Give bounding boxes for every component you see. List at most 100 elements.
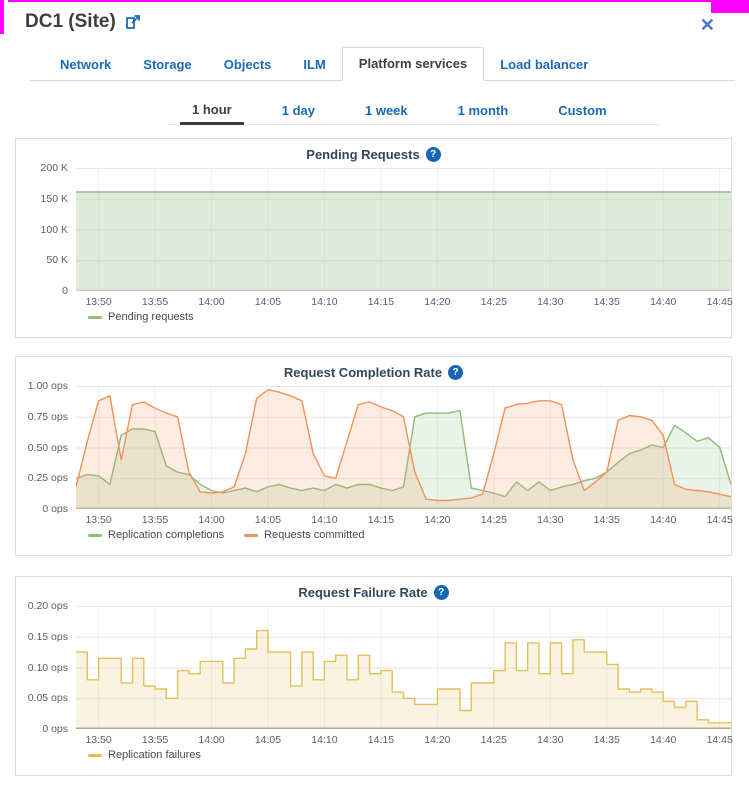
x-tick-label: 14:00 xyxy=(198,514,224,526)
x-tick-label: 14:35 xyxy=(594,734,620,746)
chart-plot-svg xyxy=(76,168,731,291)
chart-plot xyxy=(76,386,731,509)
y-tick-label: 150 K xyxy=(16,193,68,205)
time-tab-1-week[interactable]: 1 week xyxy=(353,95,420,125)
y-tick-label: 0 xyxy=(16,285,68,297)
chart-plot-svg xyxy=(76,606,731,729)
legend-label: Replication failures xyxy=(108,749,201,761)
x-tick-label: 14:25 xyxy=(481,514,507,526)
panel-header: DC1 (Site) xyxy=(25,11,141,33)
legend-item-replication-failures[interactable]: Replication failures xyxy=(88,749,201,761)
y-tick-label: 1.00 ops xyxy=(16,380,68,392)
x-tick-label: 14:25 xyxy=(481,734,507,746)
x-tick-label: 14:20 xyxy=(424,514,450,526)
legend-label: Pending requests xyxy=(108,311,194,323)
x-tick-label: 14:30 xyxy=(537,514,563,526)
x-tick-label: 14:45 xyxy=(707,514,733,526)
legend-swatch-icon xyxy=(88,316,102,319)
x-tick-label: 14:10 xyxy=(311,734,337,746)
x-tick-label: 14:20 xyxy=(424,734,450,746)
x-tick-label: 14:40 xyxy=(650,734,676,746)
x-tick-label: 13:55 xyxy=(142,734,168,746)
y-tick-label: 0 ops xyxy=(16,723,68,735)
x-tick-label: 14:45 xyxy=(707,296,733,308)
chart-plot-svg xyxy=(76,386,731,509)
y-tick-label: 0.20 ops xyxy=(16,600,68,612)
x-tick-label: 13:55 xyxy=(142,514,168,526)
time-range-tabbar: 1 hour 1 day 1 week 1 month Custom xyxy=(168,92,660,125)
x-tick-label: 14:35 xyxy=(594,514,620,526)
x-tick-label: 14:10 xyxy=(311,296,337,308)
help-icon[interactable]: ? xyxy=(434,585,449,600)
legend-swatch-icon xyxy=(88,754,102,757)
y-tick-label: 0.15 ops xyxy=(16,631,68,643)
legend-item-pending-requests[interactable]: Pending requests xyxy=(88,311,194,323)
help-icon[interactable]: ? xyxy=(426,147,441,162)
x-axis-labels: 13:50 13:55 14:00 14:05 14:10 14:15 14:20 14:25… xyxy=(16,514,731,528)
x-axis-labels: 13:5013:5514:0014:0514:1014:1514:2014:25… xyxy=(16,734,731,748)
tab-objects[interactable]: Objects xyxy=(208,49,288,81)
x-tick-label: 13:50 xyxy=(85,734,111,746)
x-tick-label: 14:40 xyxy=(650,514,676,526)
y-tick-label: 0 ops xyxy=(16,503,68,515)
chart-title-row: Request Failure Rate ? xyxy=(16,585,731,600)
x-tick-label: 14:40 xyxy=(650,296,676,308)
chart-card-request-completion-rate: Request Completion Rate ? 0 ops0.25 ops0… xyxy=(15,356,732,556)
x-tick-label: 14:05 xyxy=(255,296,281,308)
close-button[interactable]: ✕ xyxy=(694,15,721,35)
legend-label: Requests committed xyxy=(264,529,364,541)
tab-network[interactable]: Network xyxy=(44,49,127,81)
chart-legend: Replication failures xyxy=(88,749,201,761)
chart-card-request-failure-rate: Request Failure Rate ? 0 ops 0.05 ops 0.10… xyxy=(15,576,732,776)
chart-plot xyxy=(76,168,731,291)
y-tick-label: 0.10 ops xyxy=(16,662,68,674)
x-tick-label: 14:35 xyxy=(594,296,620,308)
x-tick-label: 14:45 xyxy=(707,734,733,746)
x-tick-label: 13:50 xyxy=(85,514,111,526)
x-tick-label: 13:55 xyxy=(142,296,168,308)
chart-title-row: Request Completion Rate ? xyxy=(16,365,731,380)
x-tick-label: 14:05 xyxy=(255,514,281,526)
help-icon[interactable]: ? xyxy=(448,365,463,380)
chart-card-pending-requests: Pending Requests ? 050 K100 K150 K200 K … xyxy=(15,138,732,338)
tab-load-balancer[interactable]: Load balancer xyxy=(484,49,604,81)
y-tick-label: 50 K xyxy=(16,254,68,266)
x-tick-label: 14:25 xyxy=(481,296,507,308)
time-tab-1-day[interactable]: 1 day xyxy=(270,95,327,125)
site-detail-panel: DC1 (Site) ✕ NetworkStorageObjectsILMPla… xyxy=(0,0,749,785)
x-tick-label: 14:30 xyxy=(537,296,563,308)
x-tick-label: 14:15 xyxy=(368,734,394,746)
x-tick-label: 14:15 xyxy=(368,514,394,526)
x-tick-label: 14:05 xyxy=(255,734,281,746)
tab-storage[interactable]: Storage xyxy=(127,49,207,81)
annotation-bar-left xyxy=(0,0,4,34)
time-tab-1-hour[interactable]: 1 hour xyxy=(180,94,244,125)
x-tick-label: 13:50 xyxy=(85,296,111,308)
chart-plot xyxy=(76,606,731,729)
main-tabbar: NetworkStorageObjectsILMPlatform service… xyxy=(30,47,735,81)
annotation-block-top-right xyxy=(711,0,749,13)
y-tick-label: 0.05 ops xyxy=(16,692,68,704)
x-axis-labels: 13:5013:5514:0014:0514:1014:1514:2014:25… xyxy=(16,296,731,310)
tab-platform-services[interactable]: Platform services xyxy=(342,47,484,81)
x-tick-label: 14:30 xyxy=(537,734,563,746)
x-tick-label: 14:20 xyxy=(424,296,450,308)
external-link-icon[interactable] xyxy=(125,14,141,30)
tab-ilm[interactable]: ILM xyxy=(287,49,341,81)
legend-label: Replication completions xyxy=(108,529,224,541)
y-tick-label: 200 K xyxy=(16,162,68,174)
legend-item-replication-completions[interactable]: Replication completions xyxy=(88,529,224,541)
chart-legend: Pending requests xyxy=(88,311,194,323)
chart-legend: Replication completions Requests committe… xyxy=(88,529,364,541)
x-tick-label: 14:10 xyxy=(311,514,337,526)
chart-title: Pending Requests xyxy=(306,147,419,162)
chart-title: Request Failure Rate xyxy=(298,585,427,600)
legend-swatch-icon xyxy=(244,534,258,537)
time-tab-custom[interactable]: Custom xyxy=(546,95,618,125)
time-tab-1-month[interactable]: 1 month xyxy=(446,95,521,125)
y-tick-label: 0.50 ops xyxy=(16,442,68,454)
x-tick-label: 14:15 xyxy=(368,296,394,308)
page-title: DC1 (Site) xyxy=(25,11,116,33)
legend-item-requests-committed[interactable]: Requests committed xyxy=(244,529,364,541)
chart-title: Request Completion Rate xyxy=(284,365,442,380)
